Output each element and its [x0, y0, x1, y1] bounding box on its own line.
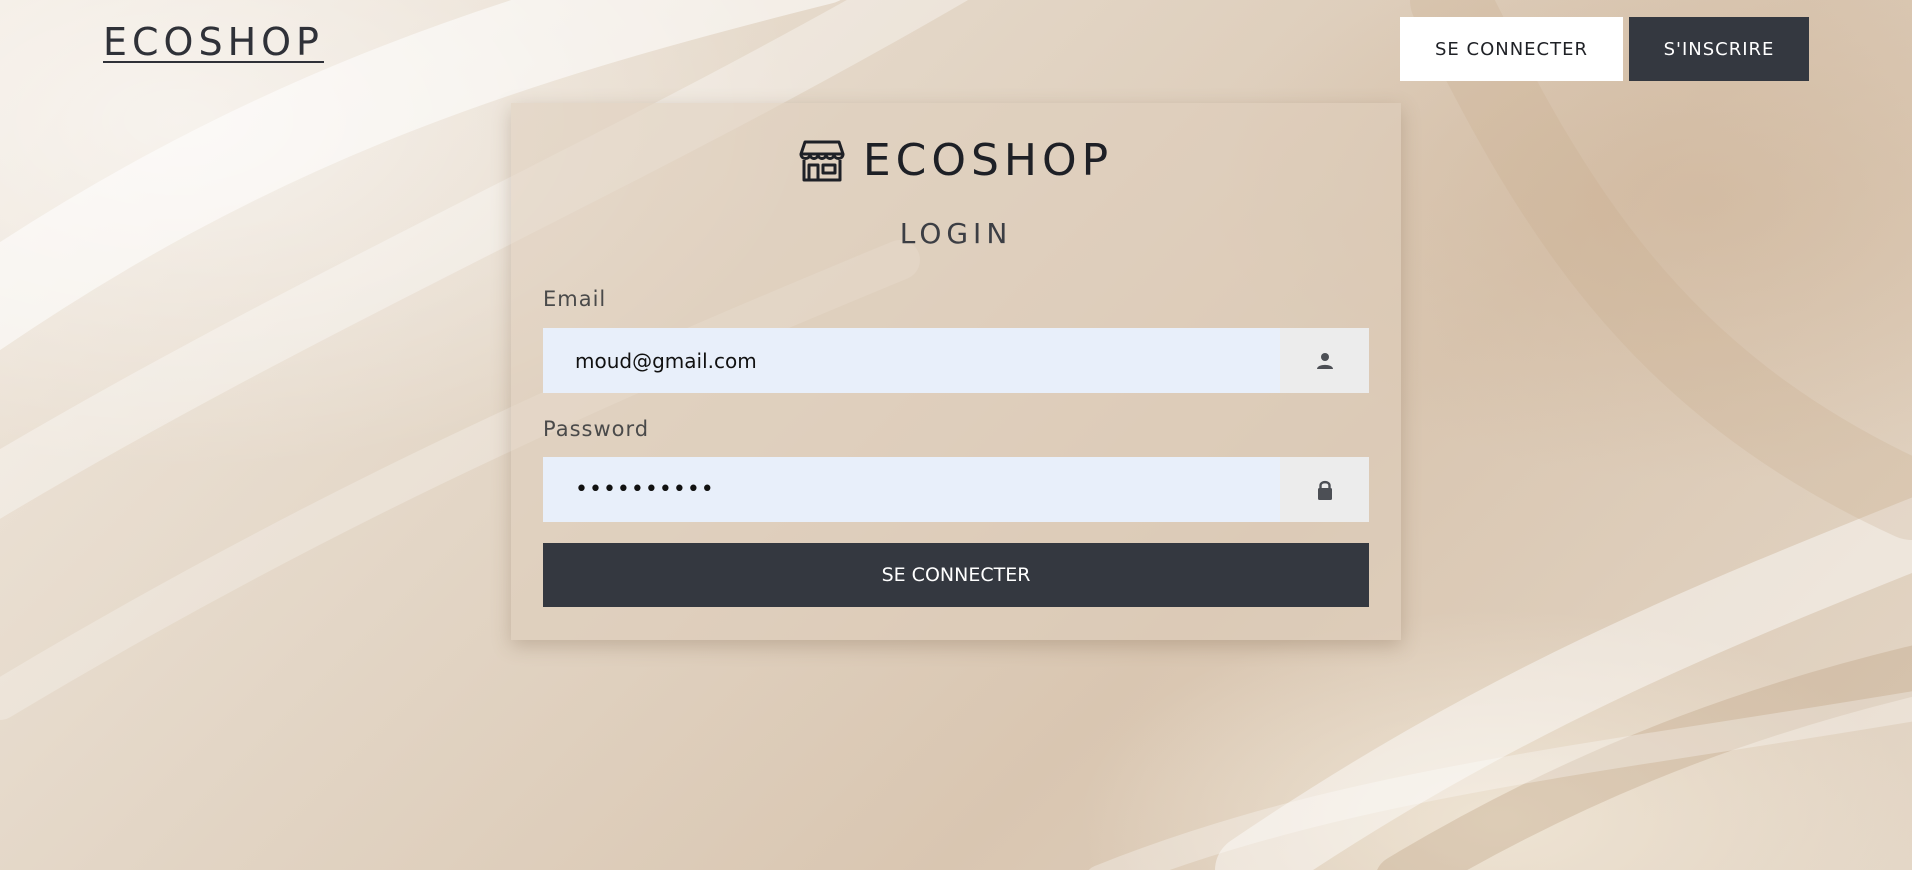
- password-input[interactable]: [543, 457, 1280, 522]
- password-field-group: [543, 457, 1369, 522]
- nav-login-button[interactable]: SE CONNECTER: [1400, 17, 1623, 81]
- email-input[interactable]: [543, 328, 1280, 393]
- card-brand-text: ECOSHOP: [862, 135, 1114, 186]
- login-heading: LOGIN: [899, 217, 1013, 250]
- top-nav: SE CONNECTER S'INSCRIRE: [1400, 17, 1809, 81]
- password-label: Password: [543, 417, 650, 441]
- site-logo[interactable]: ECOSHOP: [103, 20, 324, 64]
- email-field-group: [543, 328, 1369, 393]
- email-label: Email: [543, 287, 607, 311]
- user-icon: [1280, 328, 1369, 393]
- card-brand: ECOSHOP: [511, 135, 1401, 186]
- nav-signup-button[interactable]: S'INSCRIRE: [1629, 17, 1809, 81]
- login-submit-button[interactable]: SE CONNECTER: [543, 543, 1369, 607]
- lock-icon: [1280, 457, 1369, 522]
- login-card: ECOSHOP LOGIN Email Password SE CONNECTE…: [511, 103, 1401, 640]
- store-icon: [799, 138, 845, 184]
